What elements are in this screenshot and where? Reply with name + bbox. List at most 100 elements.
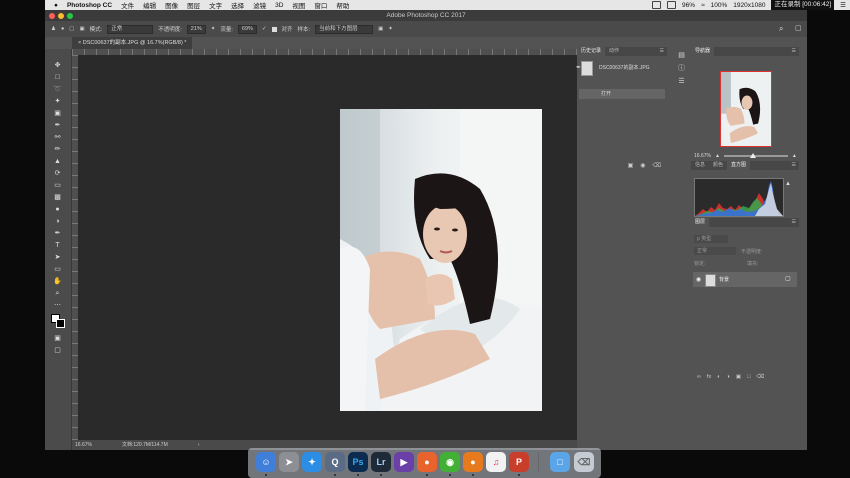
tab-history[interactable]: 历史记录 xyxy=(577,47,606,56)
airbrush-icon[interactable]: ✓ xyxy=(262,26,267,32)
quick-select-tool-icon[interactable]: ✦ xyxy=(52,97,63,106)
opacity-field[interactable]: 21% xyxy=(186,24,206,34)
powerpoint-icon[interactable]: P xyxy=(509,452,529,472)
shape-tool-icon[interactable]: ▭ xyxy=(52,265,63,274)
history-state-row[interactable]: 打开 xyxy=(579,89,665,99)
photoshop-dock-icon[interactable]: Ps xyxy=(348,452,368,472)
clone-stamp-tool-icon[interactable]: ▲ xyxy=(52,157,63,166)
adjustment-layer-icon[interactable]: ◑ xyxy=(727,374,730,380)
mode-select[interactable]: 正常 xyxy=(107,24,154,34)
quick-mask-icon[interactable]: ▣ xyxy=(52,334,63,343)
blend-mode-select[interactable]: 正常 xyxy=(694,247,736,255)
aligned-checkbox[interactable] xyxy=(271,26,277,32)
adjustments-icon[interactable]: ▤ xyxy=(677,51,686,60)
wechat-icon[interactable]: ◉ xyxy=(440,452,460,472)
healing-brush-tool-icon[interactable]: ⚯ xyxy=(52,133,63,142)
workspace-icon[interactable]: ▢ xyxy=(795,24,802,32)
link-layers-icon[interactable]: ∞ xyxy=(697,374,701,380)
zoom-readout[interactable]: 16.67% xyxy=(75,440,92,450)
status-icon[interactable] xyxy=(652,1,662,9)
tab-navigator[interactable]: 导航器 xyxy=(691,47,715,56)
new-group-icon[interactable]: ▣ xyxy=(736,374,741,380)
brush-preset-icon[interactable]: ● xyxy=(61,26,64,32)
background-color-swatch[interactable] xyxy=(56,319,65,328)
app-menu[interactable]: Photoshop CC xyxy=(67,2,112,9)
menu-type[interactable]: 文字 xyxy=(209,0,222,10)
music-icon[interactable]: ♫ xyxy=(486,452,506,472)
hand-tool-icon[interactable]: ✋ xyxy=(52,277,63,286)
menu-extra-icon[interactable]: ☰ xyxy=(840,1,846,9)
ignore-adjustment-icon[interactable]: ▣ xyxy=(378,26,383,32)
screen-mode-icon[interactable]: ▢ xyxy=(52,346,63,355)
tab-layers[interactable]: 图层 xyxy=(691,218,710,227)
close-tab-icon[interactable]: × xyxy=(78,40,81,46)
zoom-slider-knob[interactable] xyxy=(749,152,756,158)
delete-state-icon[interactable]: ⌫ xyxy=(653,162,661,169)
menu-image[interactable]: 图像 xyxy=(165,0,178,10)
more-tools-icon[interactable]: ⋯ xyxy=(52,301,63,310)
folder-icon[interactable]: □ xyxy=(550,452,570,472)
zoom-out-icon[interactable]: ▲ xyxy=(715,153,720,159)
sample-select[interactable]: 当前和下方图层 xyxy=(315,24,374,34)
safari-icon[interactable]: ✦ xyxy=(302,452,322,472)
pressure-opacity-icon[interactable]: ✦ xyxy=(211,26,216,32)
clone-panel-icon[interactable]: ▣ xyxy=(79,26,84,32)
apple-menu-icon[interactable]: ● xyxy=(54,2,58,9)
move-tool-icon[interactable]: ✥ xyxy=(52,61,63,70)
menu-help[interactable]: 帮助 xyxy=(336,0,349,10)
recording-indicator[interactable]: 正在录制 [00:06:42] xyxy=(771,0,835,10)
status-menu-arrow[interactable]: › xyxy=(198,440,200,450)
layer-style-icon[interactable]: fx xyxy=(707,374,711,380)
menu-view[interactable]: 视图 xyxy=(292,0,305,10)
finder-icon[interactable]: ☺ xyxy=(256,452,276,472)
tab-info[interactable]: 信息 xyxy=(691,161,709,170)
firefox-icon[interactable]: ● xyxy=(463,452,483,472)
canvas-photo[interactable] xyxy=(340,109,542,411)
path-select-tool-icon[interactable]: ➤ xyxy=(52,253,63,262)
type-tool-icon[interactable]: T xyxy=(52,241,63,250)
lightroom-dock-icon[interactable]: Lr xyxy=(371,452,391,472)
movie-app-icon[interactable]: ▶ xyxy=(394,452,414,472)
document-tab[interactable]: × DSC00637的副本.JPG @ 16.7%(RGB/8) * xyxy=(72,37,193,49)
brush-panel-icon[interactable]: ▢ xyxy=(69,26,74,32)
tab-histogram[interactable]: 直方图 xyxy=(727,161,751,170)
panel-menu-icon[interactable]: ☰ xyxy=(660,47,667,56)
zoom-in-icon[interactable]: ▲ xyxy=(792,153,797,159)
tab-actions[interactable]: 动作 xyxy=(605,47,623,56)
layer-thumbnail[interactable] xyxy=(705,274,716,287)
add-mask-icon[interactable]: ◐ xyxy=(717,374,720,380)
marquee-tool-icon[interactable]: □ xyxy=(52,73,63,82)
layer-name[interactable]: 背景 xyxy=(719,276,729,283)
eraser-tool-icon[interactable]: ▭ xyxy=(52,181,63,190)
status-icon[interactable] xyxy=(667,1,677,9)
delete-layer-icon[interactable]: ⌫ xyxy=(756,374,764,380)
create-snapshot-icon[interactable]: ◉ xyxy=(640,162,645,169)
navigator-thumbnail[interactable] xyxy=(720,71,772,147)
info-icon[interactable]: ⓘ xyxy=(677,64,686,73)
battery-readout[interactable]: 100% xyxy=(711,2,728,9)
zoom-tool-icon[interactable]: ⌕ xyxy=(52,289,63,298)
menu-file[interactable]: 文件 xyxy=(121,0,134,10)
quicktime-icon[interactable]: Q xyxy=(325,452,345,472)
properties-icon[interactable]: ☰ xyxy=(677,77,686,86)
history-brush-tool-icon[interactable]: ⟳ xyxy=(52,169,63,178)
menu-3d[interactable]: 3D xyxy=(275,2,283,9)
eyedropper-tool-icon[interactable]: ✒ xyxy=(52,121,63,130)
wifi-icon[interactable]: ≈ xyxy=(701,2,705,9)
new-document-from-state-icon[interactable]: ▣ xyxy=(628,162,634,169)
gradient-tool-icon[interactable]: ▩ xyxy=(52,193,63,202)
layer-lock-icon[interactable]: ▢ xyxy=(785,275,791,282)
dodge-tool-icon[interactable]: ◑ xyxy=(52,217,63,226)
panel-menu-icon[interactable]: ☰ xyxy=(792,161,799,170)
flow-field[interactable]: 69% xyxy=(237,24,257,34)
layer-filter-select[interactable]: ρ 类型 xyxy=(694,235,728,243)
app-dock-icon[interactable]: ● xyxy=(417,452,437,472)
navigator-zoom-slider[interactable] xyxy=(723,152,788,158)
layer-visibility-eye-icon[interactable]: ◉ xyxy=(696,276,701,283)
tool-preset-icon[interactable]: ♟ xyxy=(51,26,56,32)
panel-menu-icon[interactable]: ☰ xyxy=(792,218,799,227)
panel-menu-icon[interactable]: ☰ xyxy=(792,47,799,56)
launchpad-icon[interactable]: ➤ xyxy=(279,452,299,472)
refresh-histogram-icon[interactable]: ▲ xyxy=(785,181,791,187)
menu-select[interactable]: 选择 xyxy=(231,0,244,10)
